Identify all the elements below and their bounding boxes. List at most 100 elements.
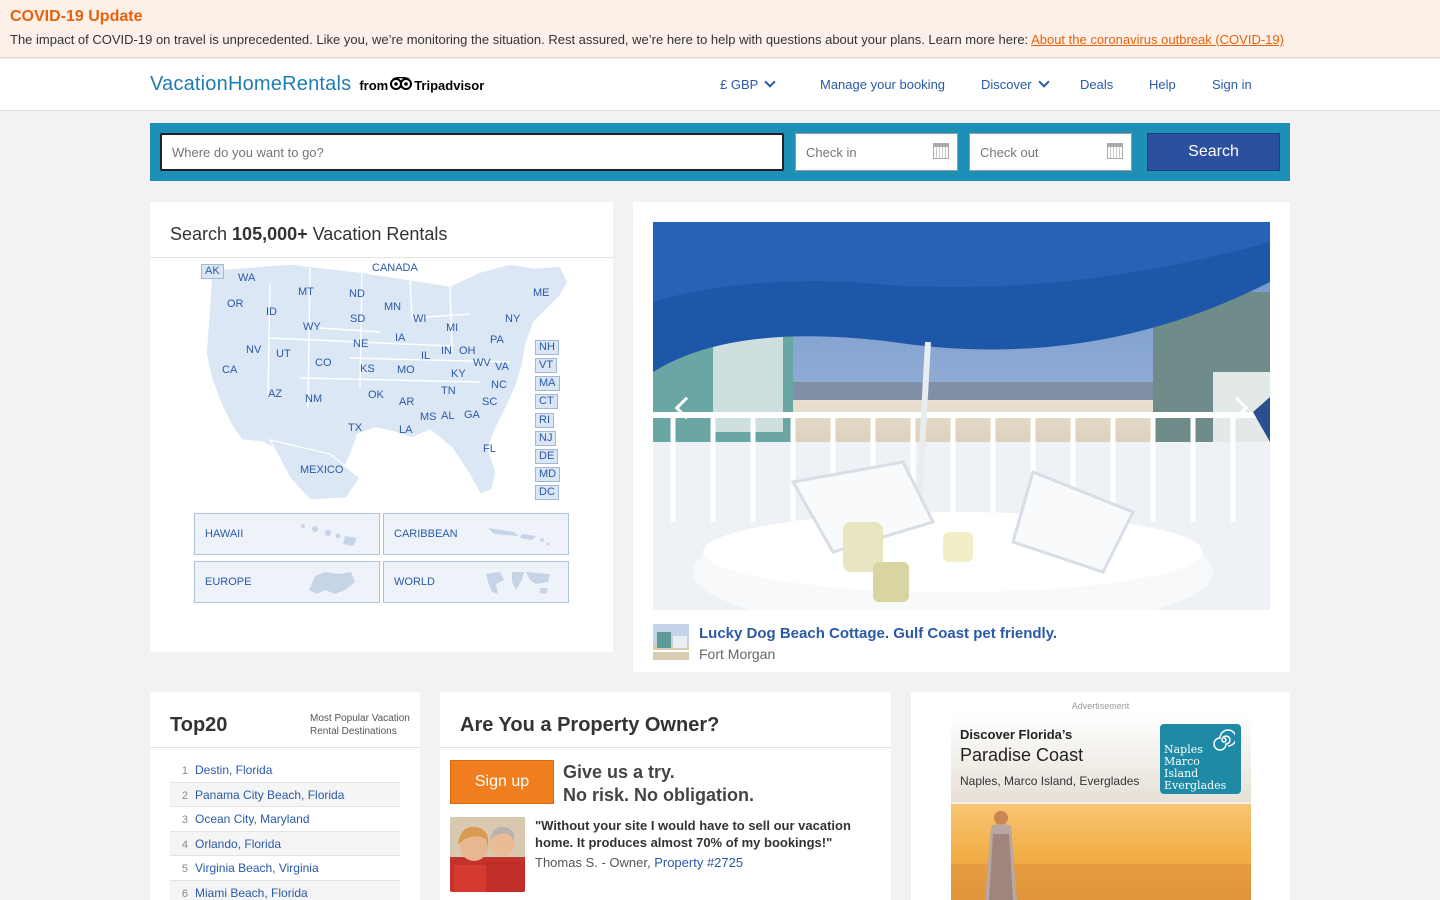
state-NJ[interactable]: NJ <box>535 431 557 446</box>
destination-link[interactable]: Panama City Beach, Florida <box>195 788 344 802</box>
state-SD[interactable]: SD <box>350 313 365 325</box>
region-caribbean[interactable]: CARIBBEAN <box>383 513 569 555</box>
state-MD[interactable]: MD <box>535 467 561 482</box>
state-AR[interactable]: AR <box>399 396 414 408</box>
currency-selector[interactable]: £ GBP <box>720 76 776 92</box>
ad-logo-line3: Everglades <box>1164 779 1227 792</box>
top20-title: Top20 <box>170 714 228 736</box>
destination-link[interactable]: Miami Beach, Florida <box>195 886 308 900</box>
featured-property-title[interactable]: Lucky Dog Beach Cottage. Gulf Coast pet … <box>699 625 1057 642</box>
manage-booking-link[interactable]: Manage your booking <box>820 77 945 92</box>
rank-number: 4 <box>181 838 188 851</box>
search-button[interactable]: Search <box>1147 133 1280 171</box>
state-LA[interactable]: LA <box>399 424 412 436</box>
state-NM[interactable]: NM <box>305 393 322 405</box>
check-in-label: Check in <box>806 145 857 160</box>
naples-logo: Naples Marco Island Everglades <box>1160 724 1241 794</box>
destination-link[interactable]: Destin, Florida <box>195 763 272 777</box>
advertisement-panel: Advertisement Discover Florida’s Paradis… <box>911 692 1290 900</box>
state-NC[interactable]: NC <box>491 379 507 391</box>
state-WY[interactable]: WY <box>303 321 321 333</box>
region-caribbean-label: CARIBBEAN <box>394 528 458 540</box>
sign-up-button[interactable]: Sign up <box>450 760 554 804</box>
state-CO[interactable]: CO <box>315 357 332 369</box>
covid-title: COVID-19 Update <box>10 8 143 25</box>
state-AZ[interactable]: AZ <box>268 388 282 400</box>
covid-text: The impact of COVID-19 on travel is unpr… <box>10 32 1284 47</box>
advertisement-label: Advertisement <box>1071 701 1130 711</box>
owner-panel-title: Are You a Property Owner? <box>460 714 720 736</box>
state-SC[interactable]: SC <box>482 396 497 408</box>
region-hawaii[interactable]: HAWAII <box>194 513 380 555</box>
tripadvisor-owl-icon <box>390 77 413 90</box>
state-NY[interactable]: NY <box>505 313 520 325</box>
state-WA[interactable]: WA <box>238 272 255 284</box>
state-WI[interactable]: WI <box>413 313 426 325</box>
state-ID[interactable]: ID <box>266 306 277 318</box>
region-world[interactable]: WORLD <box>383 561 569 603</box>
state-RI[interactable]: RI <box>535 413 554 428</box>
state-UT[interactable]: UT <box>276 348 291 360</box>
help-link[interactable]: Help <box>1149 77 1176 92</box>
state-VT[interactable]: VT <box>535 358 558 373</box>
state-DC[interactable]: DC <box>535 485 559 500</box>
state-GA[interactable]: GA <box>464 409 480 421</box>
state-MS[interactable]: MS <box>420 411 437 423</box>
covid-info-link[interactable]: About the coronavirus outbreak (COVID-19… <box>1031 32 1284 47</box>
deals-link[interactable]: Deals <box>1080 77 1113 92</box>
region-europe[interactable]: EUROPE <box>194 561 380 603</box>
site-header: VacationHomeRentals from Tripadvisor £ G… <box>0 59 1440 111</box>
state-PA[interactable]: PA <box>490 334 504 346</box>
ad-headline-1: Discover Florida’s <box>960 727 1073 742</box>
state-MN[interactable]: MN <box>384 301 401 313</box>
check-out-label: Check out <box>980 145 1039 160</box>
state-TN[interactable]: TN <box>441 385 456 397</box>
state-ME[interactable]: ME <box>533 287 550 299</box>
property-link[interactable]: Property #2725 <box>654 855 743 870</box>
state-ND[interactable]: ND <box>349 288 365 300</box>
state-NH[interactable]: NH <box>535 340 559 355</box>
map-title-prefix: Search <box>170 224 233 244</box>
state-OR[interactable]: OR <box>227 298 244 310</box>
state-KY[interactable]: KY <box>451 368 466 380</box>
search-bar: Check in Check out Search <box>150 123 1290 181</box>
destination-link[interactable]: Ocean City, Maryland <box>195 812 310 826</box>
state-MI[interactable]: MI <box>446 322 458 334</box>
top20-subtitle-line1: Most Popular Vacation <box>310 713 410 724</box>
state-IL[interactable]: IL <box>421 350 430 362</box>
state-NV[interactable]: NV <box>246 344 261 356</box>
list-item: 3 Ocean City, Maryland <box>170 807 400 832</box>
state-OH[interactable]: OH <box>459 345 476 357</box>
caribbean-map-icon <box>488 528 550 546</box>
state-KS[interactable]: KS <box>360 363 375 375</box>
state-IA[interactable]: IA <box>395 332 405 344</box>
state-MA[interactable]: MA <box>535 376 560 391</box>
hawaii-map-icon <box>301 524 357 546</box>
state-WV[interactable]: WV <box>473 357 491 369</box>
property-thumbnail[interactable] <box>653 624 689 660</box>
featured-photo[interactable] <box>653 222 1270 610</box>
destination-input[interactable] <box>160 133 784 171</box>
state-AK[interactable]: AK <box>201 264 224 279</box>
state-MO[interactable]: MO <box>397 364 415 376</box>
destination-link[interactable]: Virginia Beach, Virginia <box>195 861 319 875</box>
advertisement-banner[interactable]: Discover Florida’s Paradise Coast Naples… <box>951 714 1251 900</box>
state-VA[interactable]: VA <box>495 361 509 373</box>
check-in-field[interactable]: Check in <box>795 133 958 171</box>
check-out-field[interactable]: Check out <box>969 133 1132 171</box>
discover-menu[interactable]: Discover <box>981 76 1050 92</box>
state-IN[interactable]: IN <box>441 345 452 357</box>
sign-in-link[interactable]: Sign in <box>1212 77 1252 92</box>
state-AL[interactable]: AL <box>441 410 454 422</box>
state-FL[interactable]: FL <box>483 443 496 455</box>
state-CA[interactable]: CA <box>222 364 237 376</box>
beach-deck-photo <box>653 222 1270 610</box>
site-logo[interactable]: VacationHomeRentals from Tripadvisor <box>150 73 484 96</box>
state-NE[interactable]: NE <box>353 338 368 350</box>
state-TX[interactable]: TX <box>348 422 362 434</box>
destination-link[interactable]: Orlando, Florida <box>195 837 281 851</box>
state-MT[interactable]: MT <box>298 286 314 298</box>
state-CT[interactable]: CT <box>535 394 558 409</box>
state-DE[interactable]: DE <box>535 449 559 464</box>
state-OK[interactable]: OK <box>368 389 384 401</box>
